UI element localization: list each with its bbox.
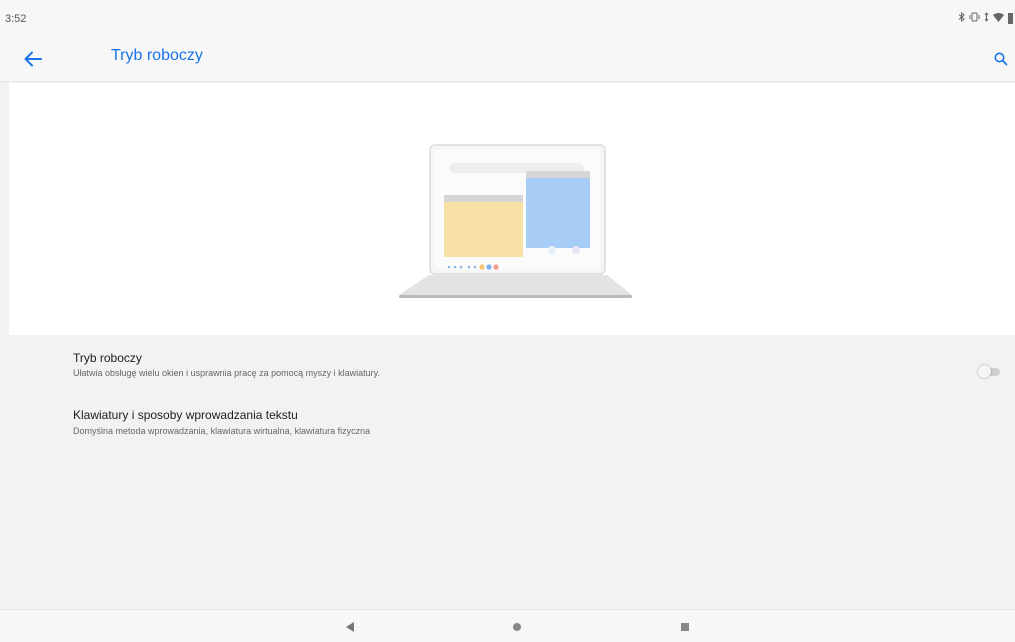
- nav-recents-button[interactable]: [675, 618, 695, 636]
- hero-illustration-panel: [9, 83, 1015, 335]
- search-icon: [994, 52, 1008, 66]
- home-circle-icon: [513, 623, 521, 631]
- page-title: Tryb roboczy: [111, 47, 203, 64]
- status-time: 3:52: [5, 13, 27, 25]
- setting-subtitle: Ułatwia obsługę wielu okien i usprawnia …: [73, 368, 380, 378]
- setting-keyboards-input[interactable]: Klawiatury i sposoby wprowadzania tekstu…: [9, 397, 1015, 447]
- back-triangle-icon: [346, 622, 354, 632]
- arrow-left-icon: [24, 51, 42, 67]
- nav-home-button[interactable]: [507, 618, 527, 636]
- nav-back-button[interactable]: [340, 618, 360, 636]
- search-button[interactable]: [987, 44, 1015, 74]
- wifi-icon: [993, 12, 1004, 25]
- system-nav-bar: [0, 609, 1015, 642]
- setting-work-mode[interactable]: Tryb roboczy Ułatwia obsługę wielu okien…: [9, 341, 1015, 391]
- status-icons: [958, 11, 1013, 25]
- setting-title: Klawiatury i sposoby wprowadzania tekstu: [73, 408, 298, 422]
- setting-title: Tryb roboczy: [73, 351, 142, 365]
- app-bar: Tryb roboczy: [0, 38, 1015, 82]
- recents-square-icon: [681, 623, 689, 631]
- back-button[interactable]: [18, 44, 48, 74]
- bluetooth-icon: [958, 11, 965, 25]
- settings-list: Tryb roboczy Ułatwia obsługę wielu okien…: [9, 335, 1015, 609]
- battery-icon: [1008, 13, 1013, 24]
- work-mode-toggle[interactable]: [978, 365, 1000, 378]
- setting-subtitle: Domyślna metoda wprowadzania, klawiatura…: [73, 426, 371, 436]
- vibrate-icon: [969, 12, 980, 25]
- status-bar: 3:52: [0, 0, 1015, 38]
- toggle-thumb: [978, 365, 991, 378]
- laptop-illustration: [399, 144, 632, 298]
- data-arrows-icon: [984, 12, 989, 25]
